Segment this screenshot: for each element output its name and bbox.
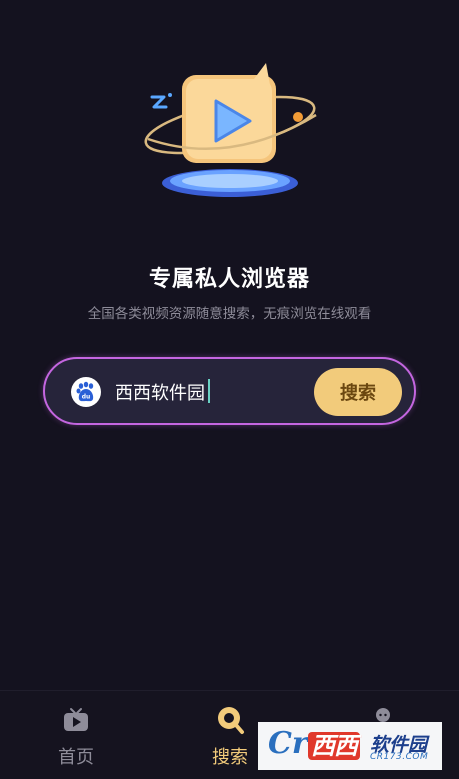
browser-hero-illustration [144,63,317,197]
tv-play-icon [64,708,88,731]
watermark-url: CR173.COM [370,752,429,762]
watermark-brand: 西西 [308,732,360,760]
baidu-icon-text: du [82,394,91,401]
search-input[interactable] [115,376,295,408]
baidu-paw-icon[interactable]: du [71,377,101,407]
text-cursor [207,379,210,403]
magnifier-icon [218,707,244,734]
search-button[interactable]: 搜索 [314,368,402,416]
nav-item-home[interactable]: 首页 [36,705,116,769]
nav-item-label: 首页 [58,747,94,768]
browser-search-screen: 专属私人浏览器 全国各类视频资源随意搜索，无痕浏览在线观看 du 搜索 首页 [0,0,459,779]
watermark-logo: Cr [268,726,308,761]
page-subtitle: 全国各类视频资源随意搜索，无痕浏览在线观看 [87,306,372,322]
site-watermark: Cr 西西 软件园 CR173.COM [258,722,442,770]
search-bar: du 搜索 [43,357,416,425]
page-title: 专属私人浏览器 [148,267,310,292]
